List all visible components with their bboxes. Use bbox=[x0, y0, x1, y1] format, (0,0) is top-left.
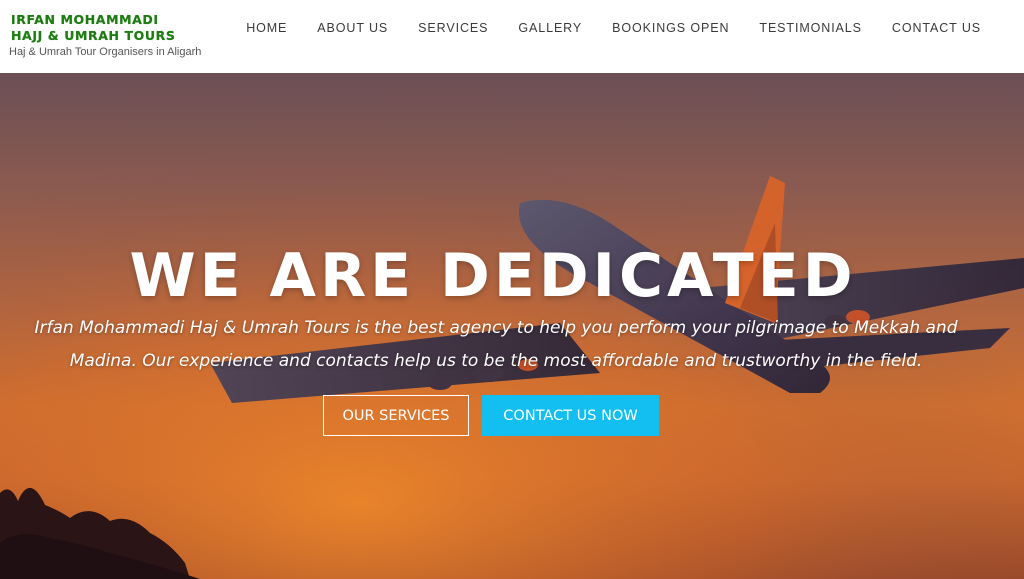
nav-about-us[interactable]: ABOUT US bbox=[317, 20, 388, 36]
site-header: IRFAN MOHAMMADI HAJJ & UMRAH TOURS Haj &… bbox=[0, 0, 1024, 73]
hero-section: WE ARE DEDICATED Irfan Mohammadi Haj & U… bbox=[0, 73, 1024, 579]
our-services-button[interactable]: OUR SERVICES bbox=[323, 395, 469, 436]
contact-us-now-button[interactable]: CONTACT US NOW bbox=[482, 395, 659, 436]
nav-home[interactable]: HOME bbox=[246, 20, 287, 36]
hero-description: Irfan Mohammadi Haj & Umrah Tours is the… bbox=[34, 318, 958, 371]
brand-name-line1: IRFAN MOHAMMADI bbox=[11, 12, 159, 27]
nav-services[interactable]: SERVICES bbox=[418, 20, 488, 36]
hero-headline: WE ARE DEDICATED bbox=[129, 241, 857, 312]
brand-name-line2: HAJJ & UMRAH TOURS bbox=[11, 28, 176, 43]
brand-logo[interactable]: IRFAN MOHAMMADI HAJJ & UMRAH TOURS Haj &… bbox=[9, 12, 202, 58]
nav-bookings-open[interactable]: BOOKINGS OPEN bbox=[612, 20, 729, 36]
nav-contact-us[interactable]: CONTACT US bbox=[892, 20, 981, 36]
brand-tagline: Haj & Umrah Tour Organisers in Aligarh bbox=[9, 46, 202, 58]
nav-gallery[interactable]: GALLERY bbox=[518, 20, 582, 36]
nav-testimonials[interactable]: TESTIMONIALS bbox=[759, 20, 861, 36]
main-nav: HOME ABOUT US SERVICES GALLERY BOOKINGS … bbox=[246, 20, 981, 36]
